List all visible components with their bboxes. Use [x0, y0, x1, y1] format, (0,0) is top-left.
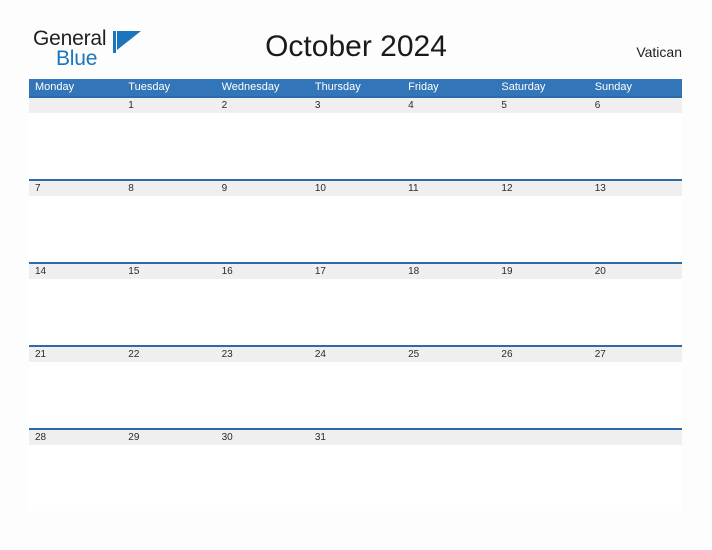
- day-event-cell[interactable]: [495, 279, 588, 345]
- day-of-week-thursday: Thursday: [314, 81, 361, 93]
- week-date-band: 21 22 23 24 25 26 27: [29, 347, 682, 362]
- date-cell[interactable]: 1: [122, 98, 215, 113]
- date-cell[interactable]: 17: [309, 264, 402, 279]
- day-event-cell[interactable]: [309, 279, 402, 345]
- day-event-cell[interactable]: [402, 113, 495, 179]
- week-event-area: [29, 113, 682, 179]
- date-cell[interactable]: 26: [495, 347, 588, 362]
- day-event-cell[interactable]: [309, 113, 402, 179]
- day-event-cell[interactable]: [122, 196, 215, 262]
- day-event-cell[interactable]: [122, 113, 215, 179]
- day-event-cell[interactable]: [29, 196, 122, 262]
- day-event-cell[interactable]: [589, 113, 682, 179]
- week-date-band: 14 15 16 17 18 19 20: [29, 264, 682, 279]
- date-cell[interactable]: [589, 430, 682, 445]
- day-event-cell[interactable]: [402, 196, 495, 262]
- date-cell[interactable]: 31: [309, 430, 402, 445]
- day-event-cell[interactable]: [589, 196, 682, 262]
- day-event-cell[interactable]: [309, 445, 402, 511]
- day-event-cell[interactable]: [402, 279, 495, 345]
- day-event-cell[interactable]: [589, 362, 682, 428]
- week-date-band: 28 29 30 31: [29, 430, 682, 445]
- day-event-cell[interactable]: [309, 362, 402, 428]
- date-cell[interactable]: 14: [29, 264, 122, 279]
- page-header: General Blue October 2024 Vatican: [0, 0, 712, 70]
- date-cell[interactable]: 13: [589, 181, 682, 196]
- day-event-cell[interactable]: [495, 445, 588, 511]
- day-of-week-header-row: Monday Tuesday Wednesday Thursday Friday…: [29, 79, 682, 96]
- date-cell[interactable]: 18: [402, 264, 495, 279]
- day-event-cell[interactable]: [589, 279, 682, 345]
- day-event-cell[interactable]: [216, 113, 309, 179]
- date-cell[interactable]: 8: [122, 181, 215, 196]
- day-event-cell[interactable]: [402, 362, 495, 428]
- calendar-grid: Monday Tuesday Wednesday Thursday Friday…: [29, 79, 682, 511]
- date-cell[interactable]: 19: [495, 264, 588, 279]
- day-event-cell[interactable]: [402, 445, 495, 511]
- day-event-cell[interactable]: [29, 362, 122, 428]
- date-cell[interactable]: 7: [29, 181, 122, 196]
- date-cell[interactable]: 6: [589, 98, 682, 113]
- calendar-week-row: 7 8 9 10 11 12 13: [29, 179, 682, 262]
- date-cell[interactable]: 20: [589, 264, 682, 279]
- day-event-cell[interactable]: [216, 196, 309, 262]
- date-cell[interactable]: 5: [495, 98, 588, 113]
- day-event-cell[interactable]: [216, 279, 309, 345]
- day-event-cell[interactable]: [216, 362, 309, 428]
- calendar-week-row: 21 22 23 24 25 26 27: [29, 345, 682, 428]
- date-cell[interactable]: [402, 430, 495, 445]
- date-cell[interactable]: [495, 430, 588, 445]
- day-of-week-sunday: Sunday: [594, 81, 632, 93]
- day-of-week-monday: Monday: [35, 81, 75, 93]
- date-cell[interactable]: 29: [122, 430, 215, 445]
- week-event-area: [29, 362, 682, 428]
- day-event-cell[interactable]: [29, 279, 122, 345]
- week-event-area: [29, 445, 682, 511]
- day-event-cell[interactable]: [495, 113, 588, 179]
- date-cell[interactable]: 23: [216, 347, 309, 362]
- date-cell[interactable]: 24: [309, 347, 402, 362]
- date-cell[interactable]: 27: [589, 347, 682, 362]
- date-cell[interactable]: 11: [402, 181, 495, 196]
- calendar-week-row: 1 2 3 4 5 6: [29, 96, 682, 179]
- date-cell[interactable]: 21: [29, 347, 122, 362]
- page-title: October 2024: [265, 30, 447, 63]
- calendar-week-row: 28 29 30 31: [29, 428, 682, 511]
- date-cell[interactable]: 10: [309, 181, 402, 196]
- week-date-band: 7 8 9 10 11 12 13: [29, 181, 682, 196]
- date-cell[interactable]: 4: [402, 98, 495, 113]
- day-event-cell[interactable]: [122, 445, 215, 511]
- week-event-area: [29, 279, 682, 345]
- date-cell[interactable]: 28: [29, 430, 122, 445]
- date-cell[interactable]: 22: [122, 347, 215, 362]
- day-event-cell[interactable]: [216, 445, 309, 511]
- region-label: Vatican: [636, 44, 682, 60]
- day-of-week-friday: Friday: [408, 81, 439, 93]
- day-event-cell[interactable]: [29, 113, 122, 179]
- day-of-week-saturday: Saturday: [501, 81, 546, 93]
- date-cell[interactable]: 3: [309, 98, 402, 113]
- date-cell[interactable]: 25: [402, 347, 495, 362]
- date-cell[interactable]: 9: [216, 181, 309, 196]
- day-event-cell[interactable]: [589, 445, 682, 511]
- day-of-week-wednesday: Wednesday: [221, 81, 280, 93]
- date-cell[interactable]: 15: [122, 264, 215, 279]
- date-cell[interactable]: [29, 98, 122, 113]
- day-event-cell[interactable]: [495, 196, 588, 262]
- date-cell[interactable]: 12: [495, 181, 588, 196]
- day-of-week-tuesday: Tuesday: [128, 81, 171, 93]
- day-event-cell[interactable]: [495, 362, 588, 428]
- day-event-cell[interactable]: [122, 362, 215, 428]
- day-event-cell[interactable]: [29, 445, 122, 511]
- date-cell[interactable]: 16: [216, 264, 309, 279]
- date-cell[interactable]: 2: [216, 98, 309, 113]
- week-event-area: [29, 196, 682, 262]
- calendar-week-row: 14 15 16 17 18 19 20: [29, 262, 682, 345]
- date-cell[interactable]: 30: [216, 430, 309, 445]
- day-event-cell[interactable]: [122, 279, 215, 345]
- day-event-cell[interactable]: [309, 196, 402, 262]
- week-date-band: 1 2 3 4 5 6: [29, 98, 682, 113]
